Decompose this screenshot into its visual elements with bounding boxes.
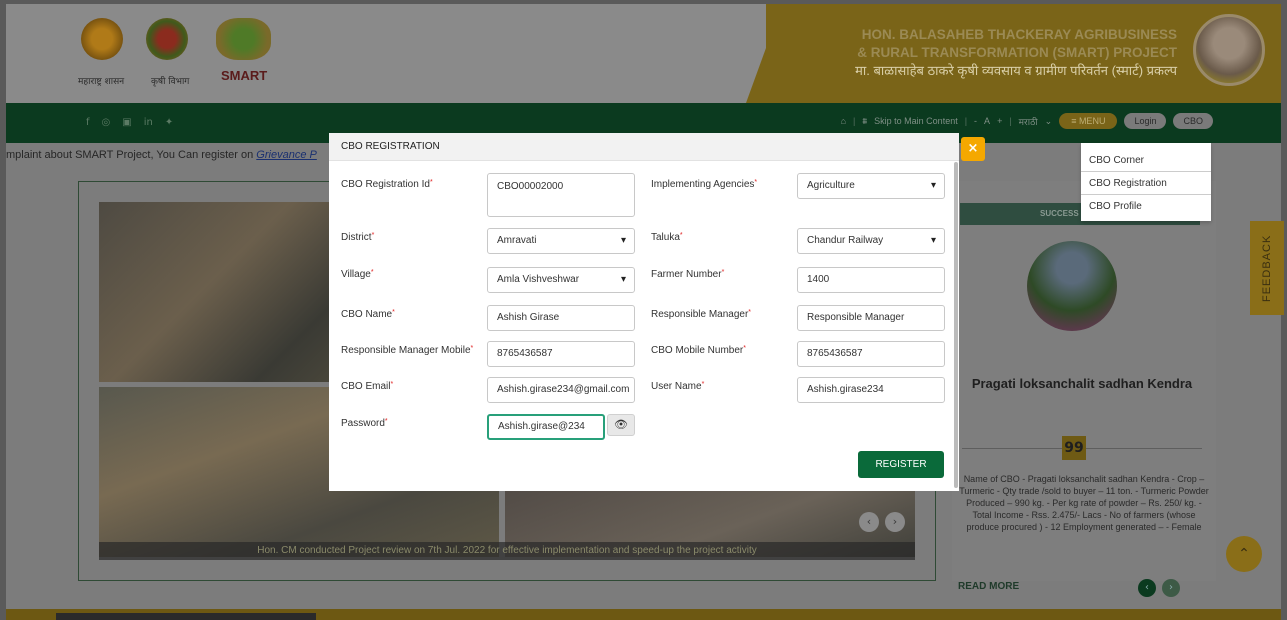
site-header: महाराष्ट्र शासन कृषी विभाग SMART HON. BA…	[6, 4, 1281, 103]
register-button[interactable]: REGISTER	[858, 451, 944, 478]
password-label: Password*	[341, 418, 388, 429]
twitter-icon[interactable]: ✦	[165, 117, 173, 128]
cbo-email-field[interactable]: Ashish.girase234@gmail.com	[487, 377, 635, 403]
gallery-prev-button[interactable]: ‹	[859, 512, 879, 532]
divider: |	[853, 116, 856, 126]
gallery-arrows: ‹ ›	[859, 512, 905, 532]
responsible-manager-field[interactable]: Responsible Manager	[797, 305, 945, 331]
smart-tree-logo[interactable]	[216, 18, 271, 60]
cbo-name-field[interactable]: Ashish Girase	[487, 305, 635, 331]
implementing-agencies-select[interactable]: Agriculture	[797, 173, 945, 199]
user-name-label: User Name*	[651, 381, 705, 392]
instagram-icon[interactable]: ◎	[102, 117, 111, 128]
smart-logo-text: SMART	[221, 68, 268, 83]
responsible-manager-mobile-label: Responsible Manager Mobile*	[341, 345, 474, 356]
district-select[interactable]: Amravati	[487, 228, 635, 254]
home-icon[interactable]: ⌂	[841, 116, 846, 126]
grievance-notice: mplaint about SMART Project, You Can reg…	[6, 149, 317, 161]
cbo-registration-id-field[interactable]: CBO00002000	[487, 173, 635, 217]
social-links: f ◎ ▣ in ✦	[86, 117, 173, 128]
gallery-next-button[interactable]: ›	[885, 512, 905, 532]
divider: |	[964, 116, 968, 126]
nav-utilities: ⌂ | ⩩ Skip to Main Content | - A + | मरा…	[841, 113, 1213, 129]
font-size-increase-button[interactable]: +	[997, 116, 1002, 126]
sitemap-icon[interactable]: ⩩	[862, 116, 867, 127]
story-next-button[interactable]: ›	[1162, 579, 1180, 597]
project-title: HON. BALASAHEB THACKERAY AGRIBUSINESS & …	[855, 26, 1177, 80]
font-size-decrease-button[interactable]: -	[974, 116, 977, 126]
footer-strip	[6, 609, 1281, 620]
footer-strip-dark	[56, 613, 316, 620]
gallery-caption: Hon. CM conducted Project review on 7th …	[99, 542, 915, 560]
agriculture-dept-logo[interactable]	[146, 18, 188, 60]
project-title-en-line1: HON. BALASAHEB THACKERAY AGRIBUSINESS	[861, 27, 1177, 42]
balasaheb-portrait	[1193, 14, 1265, 86]
project-title-en-line2: & RURAL TRANSFORMATION (SMART) PROJECT	[857, 45, 1177, 60]
implementing-agencies-label: Implementing Agencies*	[651, 179, 758, 190]
read-more-link[interactable]: READ MORE	[958, 581, 1019, 592]
project-title-mr: मा. बाळासाहेब ठाकरे कृषी व्यवसाय व ग्राम…	[855, 63, 1177, 78]
village-select[interactable]: Amla Vishveshwar	[487, 267, 635, 293]
grievance-portal-link[interactable]: Grievance P	[256, 149, 317, 161]
success-story-image	[1027, 241, 1117, 331]
farmer-number-label: Farmer Number*	[651, 269, 725, 280]
menu-item-cbo-registration[interactable]: CBO Registration	[1081, 172, 1211, 195]
login-button[interactable]: Login	[1124, 113, 1167, 129]
linkedin-icon[interactable]: in	[144, 117, 153, 128]
logo-caption-agri: कृषी विभाग	[151, 77, 190, 87]
skip-to-main-link[interactable]: Skip to Main Content	[874, 116, 958, 126]
quote-icon: 99	[1062, 436, 1086, 460]
menu-item-cbo-corner[interactable]: CBO Corner	[1081, 149, 1211, 172]
cbo-dropdown-menu: CBO Corner CBO Registration CBO Profile	[1081, 143, 1211, 221]
responsible-manager-label: Responsible Manager*	[651, 309, 752, 320]
password-field[interactable]: Ashish.girase@234	[487, 414, 605, 440]
village-label: Village*	[341, 269, 374, 280]
menu-item-cbo-profile[interactable]: CBO Profile	[1081, 195, 1211, 218]
story-nav: ‹ ›	[1138, 579, 1180, 597]
chevron-down-icon[interactable]: ⌄	[1045, 116, 1053, 127]
font-size-normal-button[interactable]: A	[984, 116, 990, 126]
cbo-registration-modal: CBO REGISTRATION CBO Registration Id* CB…	[329, 133, 959, 491]
cbo-mobile-number-field[interactable]: 8765436587	[797, 341, 945, 367]
user-name-field[interactable]: Ashish.girase234	[797, 377, 945, 403]
cbo-email-label: CBO Email*	[341, 381, 394, 392]
cbo-button[interactable]: CBO	[1173, 113, 1213, 129]
logo-caption-govt: महाराष्ट्र शासन	[78, 77, 125, 87]
menu-button[interactable]: ≡ MENU	[1059, 113, 1118, 129]
farmer-number-field[interactable]: 1400	[797, 267, 945, 293]
scroll-to-top-button[interactable]: ⌃	[1226, 536, 1262, 572]
language-select[interactable]: मराठी	[1019, 115, 1038, 128]
modal-close-button[interactable]: ×	[961, 137, 985, 161]
facebook-icon[interactable]: f	[86, 117, 90, 128]
cbo-mobile-number-label: CBO Mobile Number*	[651, 345, 746, 356]
divider: |	[1009, 116, 1012, 126]
success-story-text: Name of CBO - Pragati loksanchalit sadha…	[959, 474, 1209, 532]
taluka-select[interactable]: Chandur Railway	[797, 228, 945, 254]
modal-scrollbar[interactable]	[954, 162, 958, 488]
cbo-registration-id-label: CBO Registration Id*	[341, 179, 433, 190]
district-label: District*	[341, 232, 375, 243]
youtube-icon[interactable]: ▣	[122, 117, 131, 128]
success-story-title: Pragati loksanchalit sadhan Kendra	[971, 376, 1193, 391]
story-prev-button[interactable]: ‹	[1138, 579, 1156, 597]
cbo-name-label: CBO Name*	[341, 309, 395, 320]
page: महाराष्ट्र शासन कृषी विभाग SMART HON. BA…	[0, 0, 1287, 620]
responsible-manager-mobile-field[interactable]: 8765436587	[487, 341, 635, 367]
grievance-notice-text: mplaint about SMART Project, You Can reg…	[6, 149, 257, 161]
maharashtra-emblem-logo[interactable]	[81, 18, 123, 60]
modal-title: CBO REGISTRATION	[329, 133, 959, 161]
feedback-tab[interactable]: FEEDBACK	[1250, 221, 1284, 315]
success-story-panel: SUCCESS S Pragati loksanchalit sadhan Ke…	[952, 181, 1216, 597]
show-password-eye-icon[interactable]: 👁	[607, 414, 635, 436]
taluka-label: Taluka*	[651, 232, 683, 243]
